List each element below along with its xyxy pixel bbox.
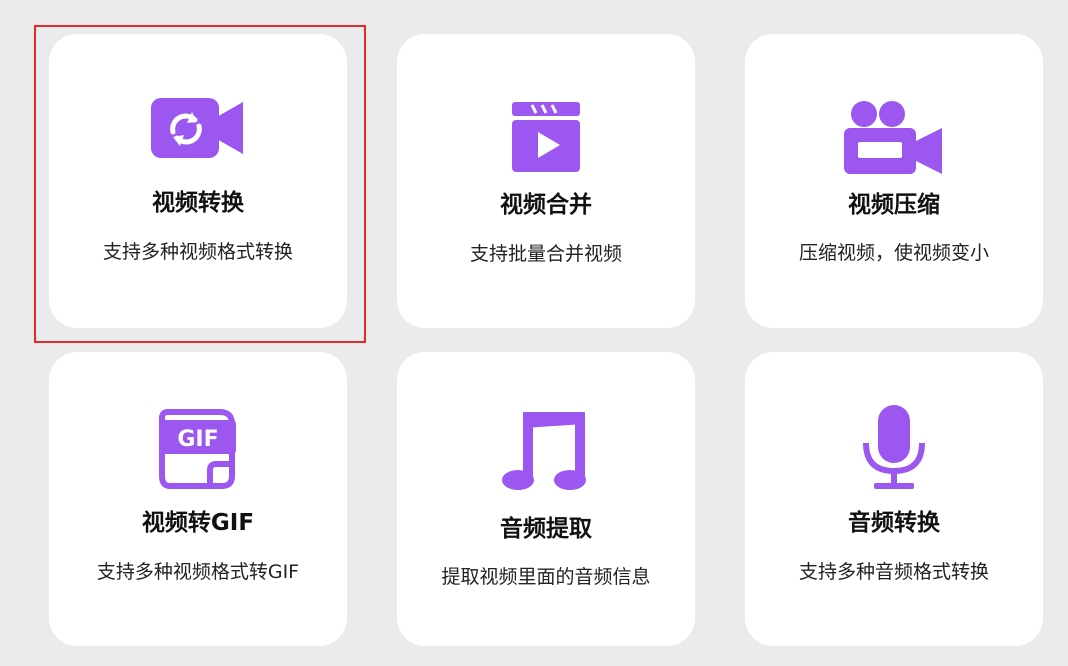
gif-icon: GIF <box>49 402 347 494</box>
tool-card-audio-extract[interactable]: 音频提取 提取视频里面的音频信息 <box>397 352 695 646</box>
tool-card-video-compress[interactable]: 视频压缩 压缩视频，使视频变小 <box>745 34 1043 328</box>
tool-card-audio-convert[interactable]: 音频转换 支持多种音频格式转换 <box>745 352 1043 646</box>
tool-title: 视频转换 <box>152 190 244 216</box>
tool-card-video-to-gif[interactable]: GIF 视频转GIF 支持多种视频格式转GIF <box>49 352 347 646</box>
tool-card-video-convert[interactable]: 视频转换 支持多种视频格式转换 <box>49 34 347 328</box>
tool-description: 支持多种视频格式转GIF <box>96 561 300 583</box>
tool-description: 支持批量合并视频 <box>469 243 622 265</box>
video-camera-icon <box>745 92 1043 184</box>
microphone-icon <box>745 402 1043 494</box>
tool-description: 支持多种视频格式转换 <box>102 241 293 263</box>
video-convert-icon <box>49 82 347 174</box>
tool-description: 压缩视频，使视频变小 <box>798 242 989 264</box>
tool-description: 提取视频里面的音频信息 <box>441 566 651 588</box>
tool-title: 音频转换 <box>848 510 940 536</box>
tool-title: 视频合并 <box>500 192 592 218</box>
music-note-icon <box>397 404 695 496</box>
svg-text:GIF: GIF <box>177 427 218 452</box>
clapperboard-icon <box>397 92 695 184</box>
tool-card-video-merge[interactable]: 视频合并 支持批量合并视频 <box>397 34 695 328</box>
tool-title: 音频提取 <box>500 516 592 542</box>
tool-title: 视频压缩 <box>848 192 940 218</box>
tool-title: 视频转GIF <box>141 510 255 536</box>
tool-description: 支持多种音频格式转换 <box>798 561 989 583</box>
